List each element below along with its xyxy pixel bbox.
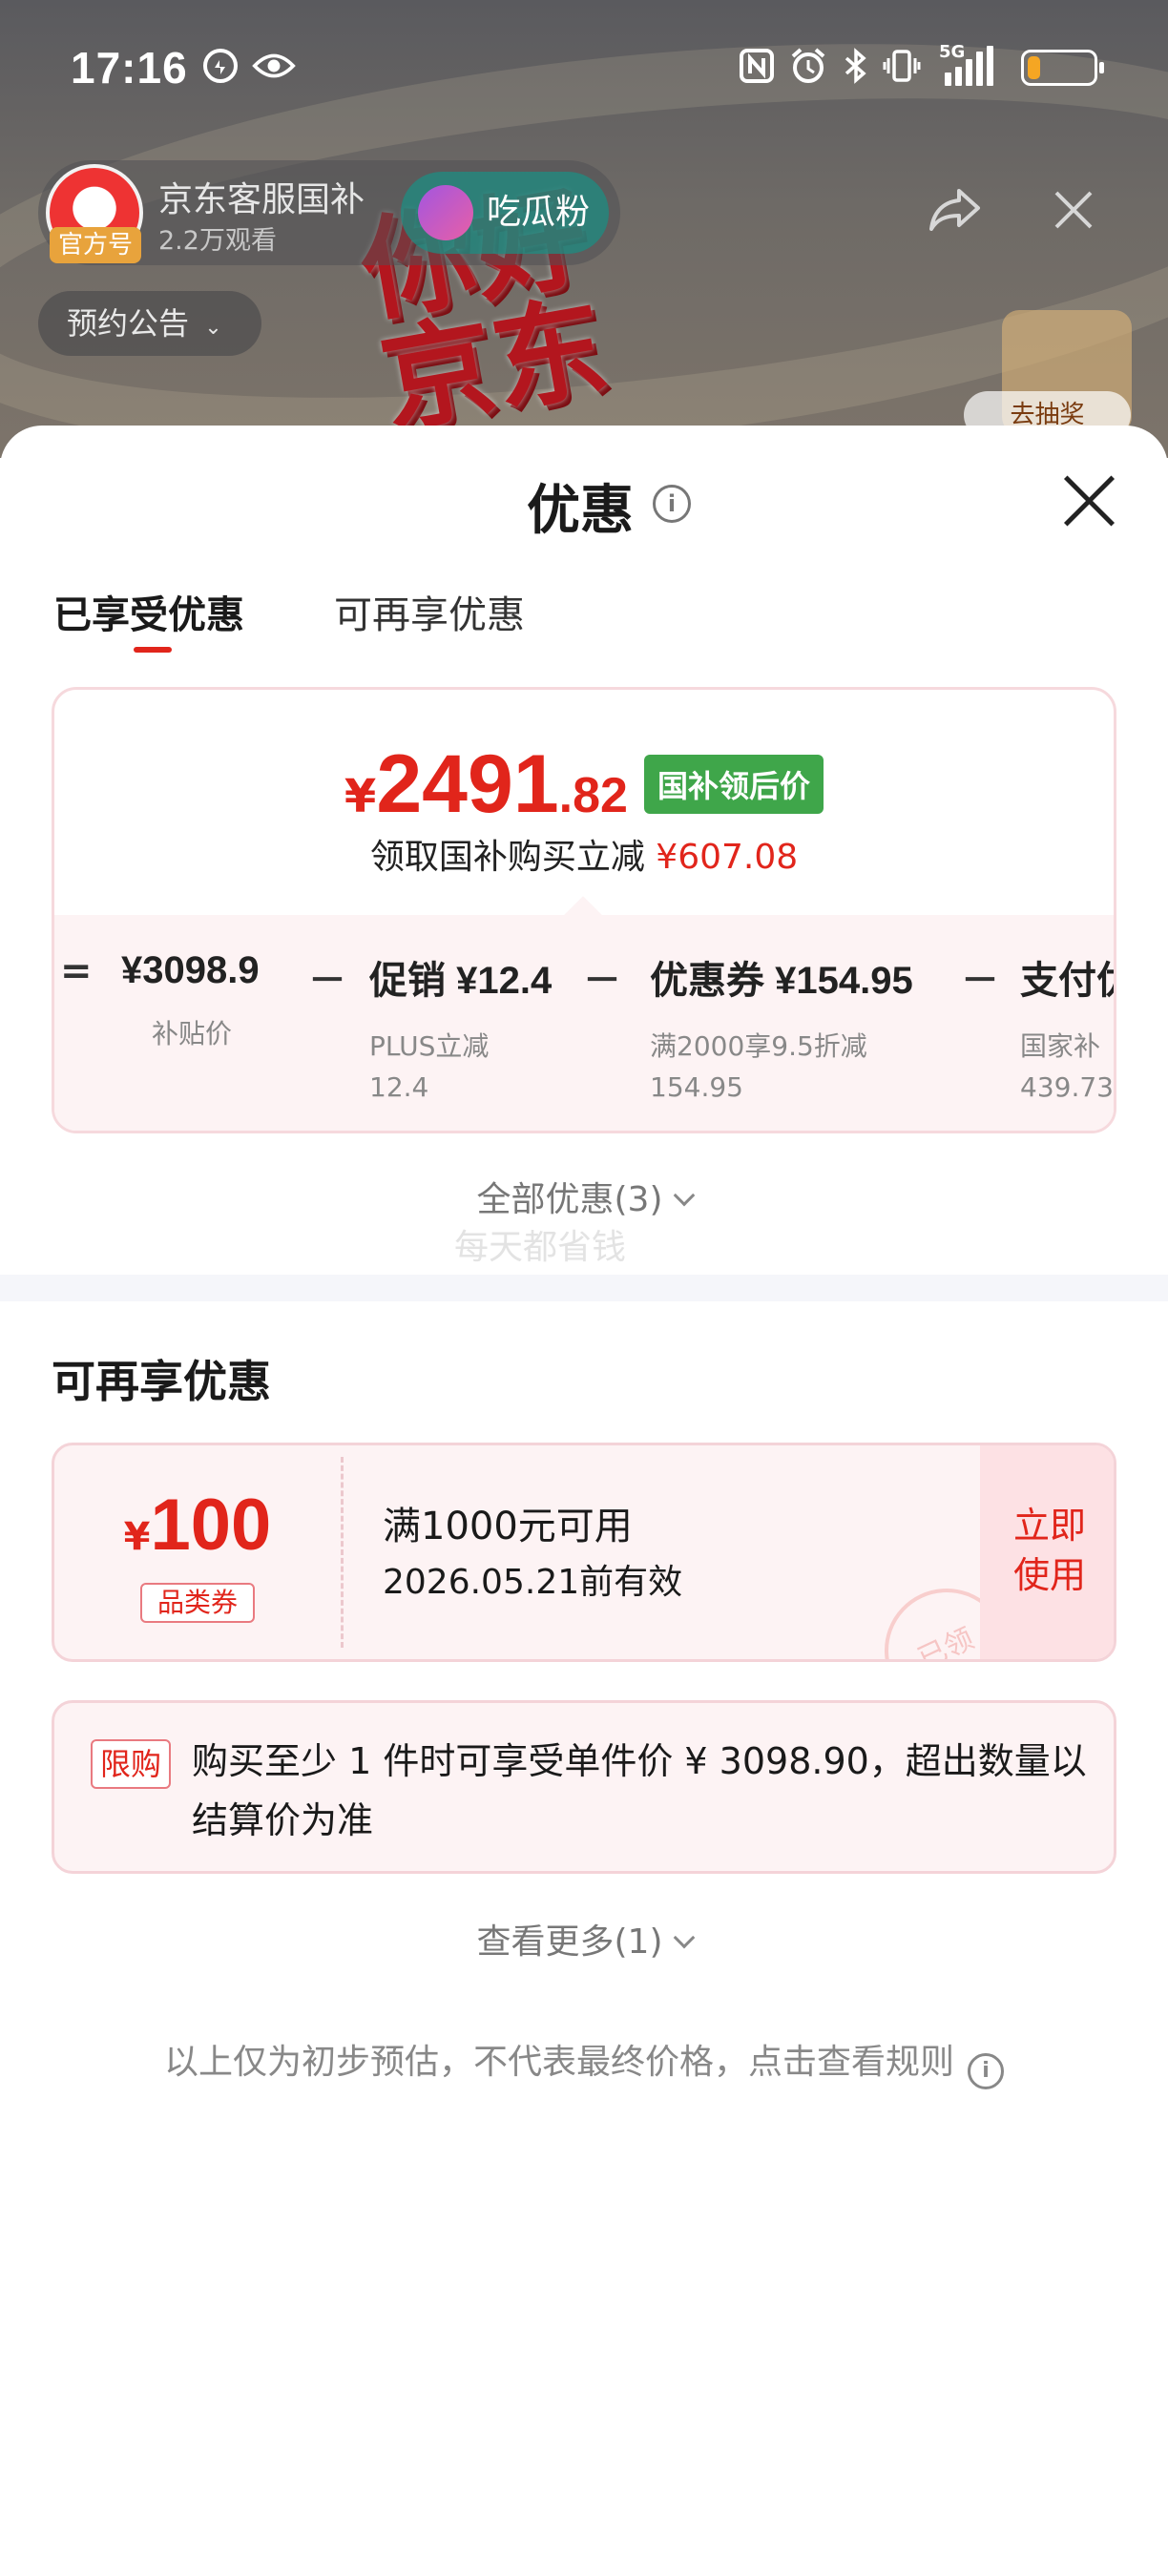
data-saver-icon <box>198 44 242 88</box>
coupon-value-area: ¥100 品类券 <box>54 1445 341 1659</box>
tab-enjoyed-discounts[interactable]: 已享受优惠 <box>53 584 244 639</box>
breakdown-main: ¥3098.9 <box>121 949 260 991</box>
breakdown-amount: 439.73 <box>1020 1071 1114 1103</box>
breakdown-label: 补贴价 <box>152 1018 233 1049</box>
breakdown-item: ¥3098.9 补贴价 <box>121 949 260 1051</box>
pricing-rules-link[interactable]: 以上仅为初步预估，不代表最终价格，点击查看规则 i <box>0 2034 1168 2089</box>
price-decimal: .82 <box>558 768 628 823</box>
breakdown-label: PLUS立减 <box>369 1030 490 1062</box>
breakdown-operator: － <box>308 959 346 1003</box>
chevron-down-icon <box>673 1184 695 1207</box>
purchase-limit-notice: 限购 购买至少 1 件时可享受单件价 ¥ 3098.90，超出数量以结算价为准 <box>52 1700 1116 1874</box>
fan-club-label: 吃瓜粉 <box>487 193 591 232</box>
signal-icon <box>945 44 993 86</box>
breakdown-amount: 12.4 <box>369 1071 429 1103</box>
fan-badge-icon <box>418 185 473 240</box>
coupon-condition: 满1000元可用 <box>383 1505 633 1548</box>
status-bar: 17:16 5G <box>0 0 1168 134</box>
view-count: 2.2万观看 <box>158 226 277 256</box>
discount-sheet: 优惠 i 已享受优惠 可再享优惠 ¥2491.82 国补领后价 领取国补购买立减… <box>0 426 1168 2576</box>
limit-badge: 限购 <box>91 1739 171 1789</box>
battery-icon <box>1021 50 1104 86</box>
coupon-validity: 2026.05.21前有效 <box>383 1563 683 1602</box>
streamer-name: 京东客服国补 <box>158 180 365 219</box>
coupon-currency: ¥ <box>123 1515 151 1559</box>
breakdown-operator: = <box>60 949 93 993</box>
breakdown-label: 满2000享9.5折减 <box>650 1030 867 1062</box>
alarm-icon <box>786 44 830 88</box>
breakdown-label: 国家补 <box>1020 1030 1101 1062</box>
price-saving-line: 领取国补购买立减 ¥607.08 <box>54 829 1114 879</box>
tab-available-discounts[interactable]: 可再享优惠 <box>334 584 525 639</box>
active-tab-indicator <box>134 647 172 653</box>
watermark-text: 每天都省钱 <box>454 1228 627 1267</box>
nfc-icon <box>735 44 779 88</box>
use-coupon-button[interactable]: 立即 使用 <box>980 1445 1114 1659</box>
share-icon[interactable] <box>922 181 989 248</box>
breakdown-item: 支付优 国家补 439.73 <box>1020 949 1114 1103</box>
breakdown-main: 优惠券 ¥154.95 <box>650 960 913 1002</box>
final-price-card: ¥2491.82 国补领后价 领取国补购买立减 ¥607.08 = ¥3098.… <box>52 687 1116 1133</box>
breakdown-main: 促销 ¥12.4 <box>369 960 553 1002</box>
price-currency: ¥ <box>344 770 377 823</box>
section-divider <box>0 1275 1168 1301</box>
all-discounts-toggle[interactable]: 全部优惠(3) <box>0 1172 1168 1221</box>
limit-text: 购买至少 1 件时可享受单件价 ¥ 3098.90，超出数量以结算价为准 <box>192 1740 1087 1841</box>
saving-label: 领取国补购买立减 <box>369 838 645 877</box>
info-icon[interactable]: i <box>653 485 691 523</box>
eye-icon <box>252 44 296 88</box>
live-stream-background: 你好 京东 17:16 5G <box>0 0 1168 513</box>
breakdown-operator: － <box>961 959 999 1003</box>
breakdown-main: 支付优 <box>1020 960 1114 1002</box>
price-breakdown[interactable]: = ¥3098.9 补贴价 － 促销 ¥12.4 PLUS立减 12.4 － 优… <box>54 915 1114 1131</box>
see-more-toggle[interactable]: 查看更多(1) <box>0 1914 1168 1963</box>
reservation-notice-button[interactable]: 预约公告 ⌄ <box>38 291 261 356</box>
saving-amount: ¥607.08 <box>656 838 799 877</box>
close-stream-icon[interactable] <box>1040 181 1107 248</box>
coupon-value: ¥100 <box>54 1484 341 1567</box>
breakdown-amount: 154.95 <box>650 1071 743 1103</box>
see-more-label: 查看更多(1) <box>476 1922 663 1962</box>
breakdown-operator: － <box>583 959 621 1003</box>
section-title-more-discounts: 可再享优惠 <box>52 1356 271 1407</box>
coupon-card[interactable]: ¥100 品类券 满1000元可用 2026.05.21前有效 已领 立即 使用 <box>52 1443 1116 1662</box>
coupon-type-badge: 品类券 <box>140 1583 255 1623</box>
chevron-down-icon <box>673 1926 695 1949</box>
subsidy-price-tag: 国补领后价 <box>644 755 824 814</box>
fan-club-button[interactable]: 吃瓜粉 <box>401 172 609 254</box>
vibrate-icon <box>880 44 924 88</box>
screen: 你好 京东 17:16 5G <box>0 0 1168 2576</box>
sheet-title: 优惠 <box>527 480 634 542</box>
use-coupon-label: 立即 使用 <box>1012 1505 1086 1596</box>
breakdown-item: 促销 ¥12.4 PLUS立减 12.4 <box>369 949 552 1103</box>
battery-level <box>1028 56 1040 79</box>
all-discounts-label: 全部优惠(3) <box>476 1180 663 1219</box>
official-badge: 官方号 <box>50 227 141 263</box>
bluetooth-icon <box>834 44 878 88</box>
final-price: ¥2491.82 国补领后价 <box>54 737 1114 832</box>
notice-label: 预约公告 <box>67 305 190 342</box>
coupon-amount: 100 <box>150 1485 272 1566</box>
coupon-separator <box>341 1457 344 1648</box>
price-integer: 2491 <box>376 738 559 830</box>
disclaimer-text: 以上仅为初步预估，不代表最终价格，点击查看规则 <box>163 2043 954 2082</box>
breakdown-item: 优惠券 ¥154.95 满2000享9.5折减 154.95 <box>650 949 913 1103</box>
status-time: 17:16 <box>71 43 188 93</box>
info-icon: i <box>968 2053 1004 2089</box>
close-icon[interactable] <box>1057 467 1120 530</box>
